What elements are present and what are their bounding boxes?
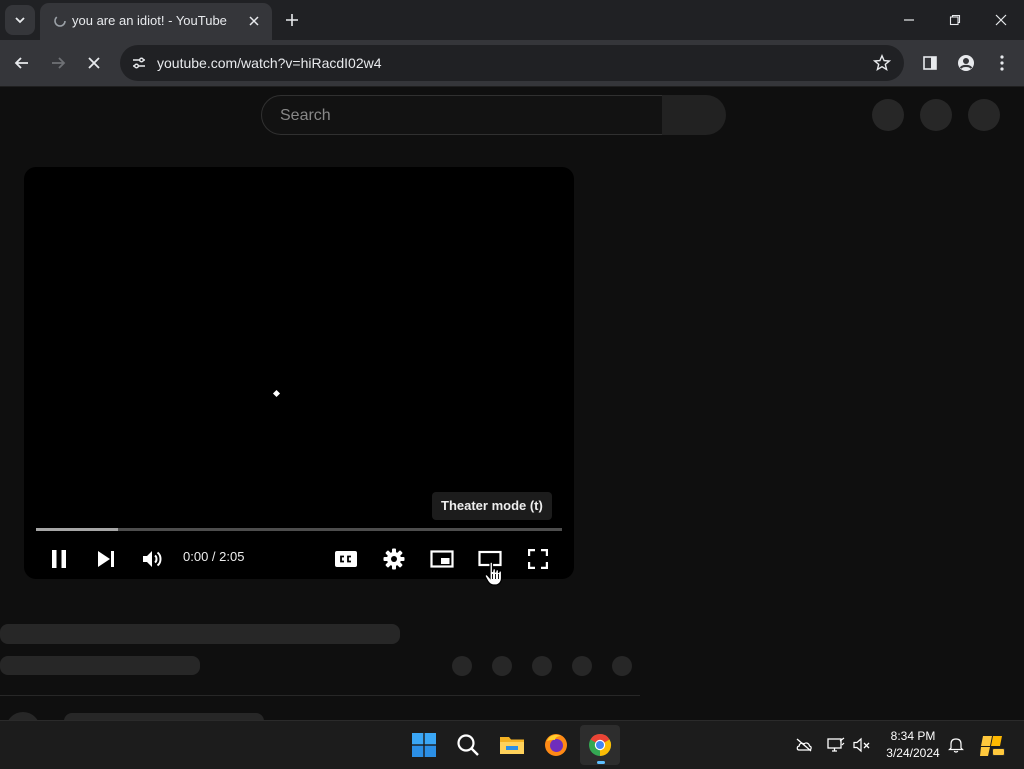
channel-skeleton xyxy=(0,656,200,675)
arrow-left-icon xyxy=(14,57,28,69)
bookmark-star-button[interactable] xyxy=(872,53,892,73)
progress-bar[interactable] xyxy=(36,528,562,531)
restore-button[interactable] xyxy=(932,0,978,40)
loading-favicon-icon xyxy=(52,13,68,29)
browser-menu-button[interactable] xyxy=(988,49,1016,77)
kebab-menu-icon xyxy=(1000,55,1004,71)
search-box xyxy=(261,95,663,136)
settings-button[interactable] xyxy=(378,543,410,575)
close-window-button[interactable] xyxy=(978,0,1024,40)
volume-icon xyxy=(143,551,162,567)
progress-loaded xyxy=(36,528,118,531)
close-icon xyxy=(249,16,259,26)
subtitles-button[interactable] xyxy=(330,543,362,575)
miniplayer-icon xyxy=(430,550,454,568)
taskbar-clock[interactable]: 8:34 PM 3/24/2024 xyxy=(878,728,948,762)
closed-captions-icon xyxy=(335,551,357,567)
section-divider xyxy=(0,695,640,696)
close-icon xyxy=(88,57,100,69)
profile-icon xyxy=(958,55,974,71)
preview-badge-icon[interactable] xyxy=(980,732,1006,758)
youtube-page: Theater mode (t) 0:00 / 2:05 xyxy=(0,87,1024,720)
search-input[interactable] xyxy=(278,96,652,136)
start-button[interactable] xyxy=(404,725,444,765)
tab-title: you are an idiot! - YouTube xyxy=(72,13,227,28)
comment-skeleton xyxy=(64,713,264,720)
firefox-icon xyxy=(545,734,567,756)
pause-button[interactable] xyxy=(43,543,75,575)
gear-icon xyxy=(383,548,405,570)
restore-icon xyxy=(949,14,961,26)
volume-muted-icon[interactable] xyxy=(852,735,872,755)
action-skeleton-dot xyxy=(532,656,552,676)
action-skeleton-dot xyxy=(572,656,592,676)
video-player[interactable]: Theater mode (t) 0:00 / 2:05 xyxy=(24,167,574,579)
pause-icon xyxy=(52,550,66,568)
header-placeholder-circle xyxy=(872,99,904,131)
tab-close-button[interactable] xyxy=(244,11,264,31)
address-bar[interactable]: youtube.com/watch?v=hiRacdI02w4 xyxy=(120,45,904,81)
fullscreen-button[interactable] xyxy=(522,543,554,575)
search-icon xyxy=(457,734,479,756)
title-skeleton xyxy=(0,624,400,644)
comment-avatar-skeleton xyxy=(6,712,40,720)
chrome-icon xyxy=(589,733,612,756)
clock-time: 8:34 PM xyxy=(890,729,936,743)
clock-date: 3/24/2024 xyxy=(886,746,940,760)
active-app-indicator xyxy=(597,761,605,764)
network-icon[interactable] xyxy=(826,735,846,755)
theater-mode-tooltip: Theater mode (t) xyxy=(432,492,552,520)
minimize-button[interactable] xyxy=(886,0,932,40)
arrow-right-icon xyxy=(52,57,66,69)
skip-next-icon xyxy=(98,551,114,567)
browser-toolbar: youtube.com/watch?v=hiRacdI02w4 xyxy=(0,40,1024,87)
windows-taskbar: 8:34 PM 3/24/2024 xyxy=(0,720,1024,769)
windows-logo-icon xyxy=(412,733,436,757)
action-skeleton-dot xyxy=(492,656,512,676)
side-panel-icon xyxy=(923,56,937,70)
onedrive-offline-icon[interactable] xyxy=(794,735,814,755)
minimize-icon xyxy=(904,19,914,21)
browser-tabstrip: you are an idiot! - YouTube xyxy=(0,0,1024,40)
next-button[interactable] xyxy=(90,543,122,575)
plus-icon xyxy=(286,14,298,26)
fullscreen-icon xyxy=(528,549,548,569)
address-url: youtube.com/watch?v=hiRacdI02w4 xyxy=(157,55,382,71)
side-panel-button[interactable] xyxy=(916,49,944,77)
stop-loading-button[interactable] xyxy=(80,49,108,77)
bell-icon[interactable] xyxy=(946,735,966,755)
folder-icon xyxy=(500,737,524,754)
file-explorer-button[interactable] xyxy=(492,725,532,765)
profile-button[interactable] xyxy=(952,49,980,77)
taskbar-search-button[interactable] xyxy=(448,725,488,765)
hand-cursor-icon xyxy=(484,561,503,586)
forward-button[interactable] xyxy=(44,49,72,77)
mute-button[interactable] xyxy=(137,543,169,575)
back-button[interactable] xyxy=(8,49,36,77)
browser-tab[interactable]: you are an idiot! - YouTube xyxy=(40,3,272,40)
close-icon xyxy=(995,14,1007,26)
miniplayer-button[interactable] xyxy=(426,543,458,575)
tab-search-button[interactable] xyxy=(5,5,35,35)
header-placeholder-circle xyxy=(968,99,1000,131)
star-icon xyxy=(873,54,891,71)
firefox-button[interactable] xyxy=(536,725,576,765)
new-tab-button[interactable] xyxy=(280,8,304,32)
action-skeleton-dot xyxy=(612,656,632,676)
action-skeleton-dot xyxy=(452,656,472,676)
chrome-button[interactable] xyxy=(580,725,620,765)
time-display: 0:00 / 2:05 xyxy=(183,549,245,564)
loading-spinner xyxy=(272,389,281,398)
chevron-down-icon xyxy=(15,17,25,24)
header-placeholder-circle xyxy=(920,99,952,131)
site-info-icon[interactable] xyxy=(128,52,150,74)
search-button[interactable] xyxy=(662,95,726,135)
